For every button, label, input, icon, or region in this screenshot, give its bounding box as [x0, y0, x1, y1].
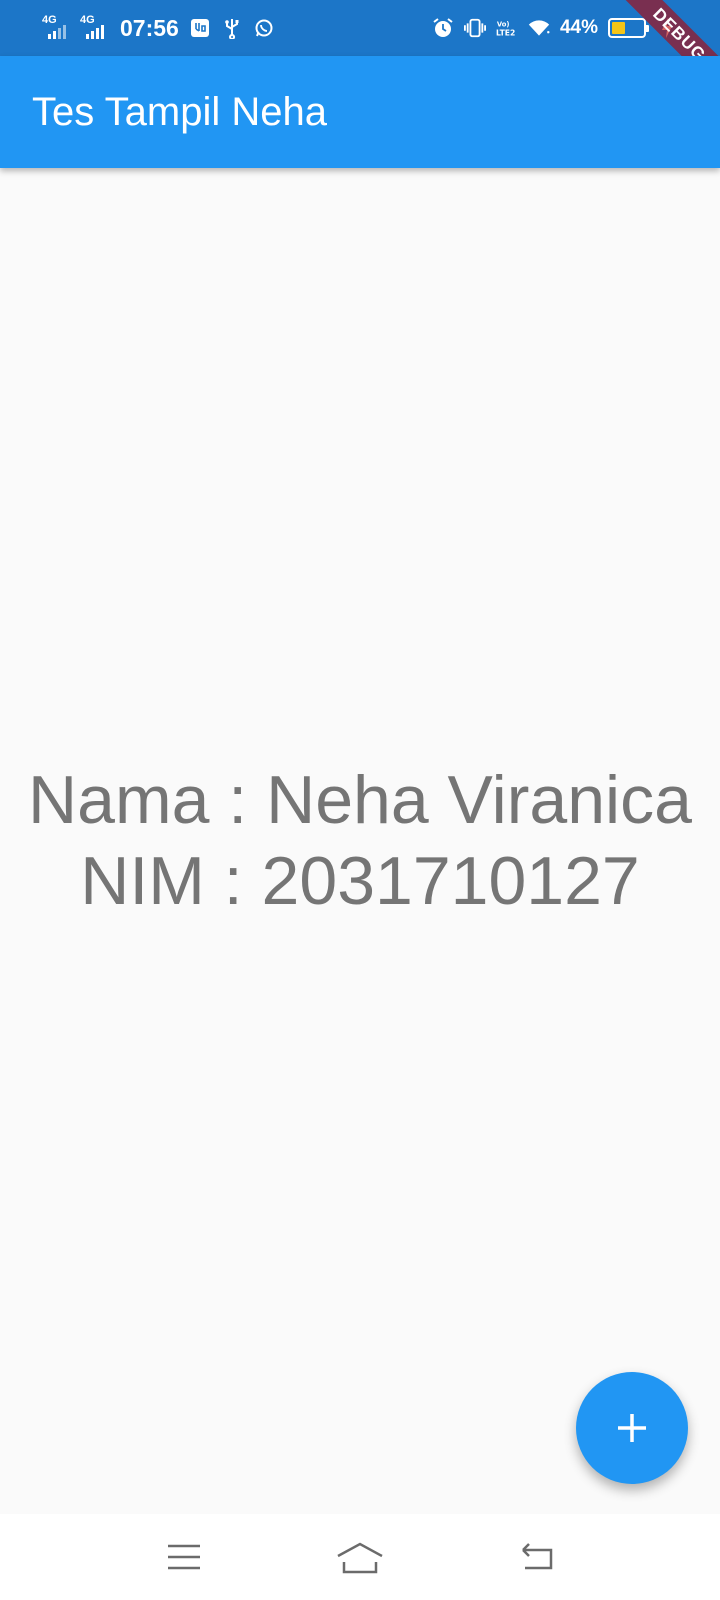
- status-bar-left: 4G 4G 07:56: [42, 15, 275, 42]
- network-1-indicator: 4G: [42, 15, 70, 41]
- plus-icon: [618, 1414, 646, 1442]
- alarm-icon: [432, 17, 454, 39]
- whatsapp-icon: [253, 17, 275, 39]
- vibrate-icon: [463, 17, 486, 39]
- nim-text: NIM : 2031710127: [80, 843, 640, 919]
- svg-text:Vo): Vo): [497, 20, 510, 28]
- back-button[interactable]: [506, 1527, 566, 1587]
- usb-mode-icon: [189, 17, 211, 39]
- battery-icon: [608, 18, 649, 38]
- clock: 07:56: [120, 14, 179, 41]
- status-bar: 4G 4G 07:56 Vo) LTE2 44%: [0, 0, 720, 56]
- back-icon: [522, 1543, 553, 1570]
- network-2-indicator: 4G: [80, 15, 108, 41]
- app-bar: Tes Tampil Neha: [0, 56, 720, 168]
- battery-level: [612, 22, 626, 34]
- menu-button[interactable]: [154, 1527, 214, 1587]
- svg-text:LTE2: LTE2: [496, 29, 515, 38]
- volte2-icon: Vo) LTE2: [496, 17, 518, 39]
- signal-bars-1-icon: [48, 25, 66, 39]
- app-title: Tes Tampil Neha: [32, 89, 327, 134]
- signal-bars-2-icon: [86, 25, 104, 39]
- add-button[interactable]: [576, 1372, 688, 1484]
- status-bar-right: Vo) LTE2 44%: [432, 17, 678, 39]
- main-content: Nama : Neha Viranica NIM : 2031710127: [0, 168, 720, 1514]
- battery-percent: 44%: [559, 17, 598, 38]
- name-text: Nama : Neha Viranica: [28, 762, 692, 838]
- home-button[interactable]: [330, 1527, 390, 1587]
- menu-icon: [168, 1544, 200, 1570]
- wifi-icon: [528, 17, 550, 39]
- home-icon: [337, 1542, 383, 1574]
- usb-icon: [221, 17, 243, 39]
- navigation-bar: [0, 1514, 720, 1600]
